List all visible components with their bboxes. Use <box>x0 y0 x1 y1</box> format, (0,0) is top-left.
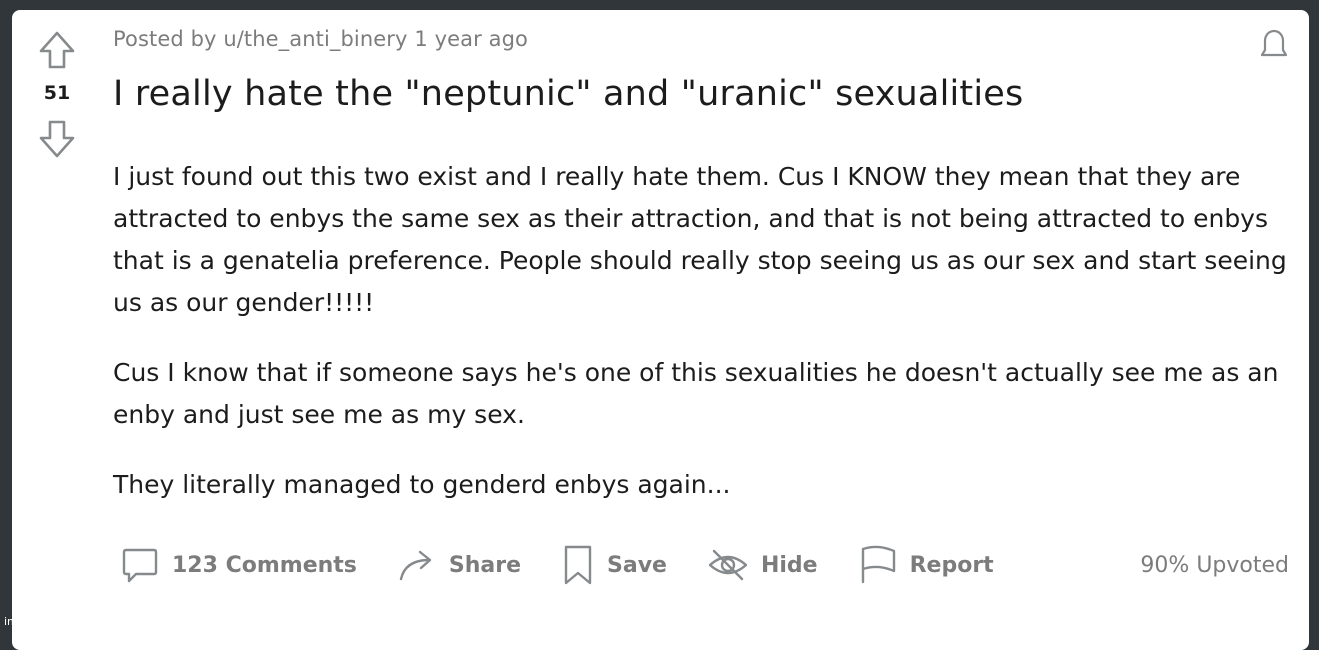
post-actions-bar: 123 Comments Share Save Hide Report 90% … <box>120 543 1289 587</box>
hide-button[interactable]: Hide <box>707 547 818 583</box>
downvote-icon[interactable] <box>38 119 76 159</box>
post-title[interactable]: I really hate the "neptunic" and "uranic… <box>113 74 1023 114</box>
report-button[interactable]: Report <box>858 545 994 585</box>
report-label: Report <box>909 552 994 578</box>
post-paragraph: Cus I know that if someone says he's one… <box>113 358 1279 429</box>
eye-slash-icon <box>707 547 749 583</box>
post-paragraph: I just found out this two exist and I re… <box>113 162 1287 317</box>
comments-label: 123 Comments <box>172 552 357 578</box>
post-card: 51 Posted by u/the_anti_binery 1 year ag… <box>12 10 1309 650</box>
post-body: I just found out this two exist and I re… <box>113 156 1293 534</box>
author-link[interactable]: u/the_anti_binery <box>223 27 407 51</box>
post-meta: Posted by u/the_anti_binery 1 year ago <box>113 27 528 51</box>
post-paragraph: They literally managed to genderd enbys … <box>113 470 731 499</box>
bookmark-icon <box>561 543 595 587</box>
upvote-icon[interactable] <box>38 30 76 70</box>
save-label: Save <box>607 552 667 578</box>
upvote-ratio: 90% Upvoted <box>1140 552 1289 578</box>
bell-icon[interactable] <box>1257 28 1291 64</box>
post-age: 1 year ago <box>414 27 528 51</box>
flag-icon <box>858 545 898 585</box>
share-button[interactable]: Share <box>397 545 521 585</box>
vote-score: 51 <box>43 82 71 104</box>
save-button[interactable]: Save <box>561 543 667 587</box>
vote-column: 51 <box>36 30 78 159</box>
meta-prefix: Posted by <box>113 27 217 51</box>
comments-button[interactable]: 123 Comments <box>120 545 357 585</box>
share-arrow-icon <box>397 545 437 585</box>
share-label: Share <box>448 552 522 578</box>
speech-bubble-icon <box>120 545 160 585</box>
hide-label: Hide <box>760 552 818 578</box>
watermark: imgflip.com <box>4 615 69 628</box>
